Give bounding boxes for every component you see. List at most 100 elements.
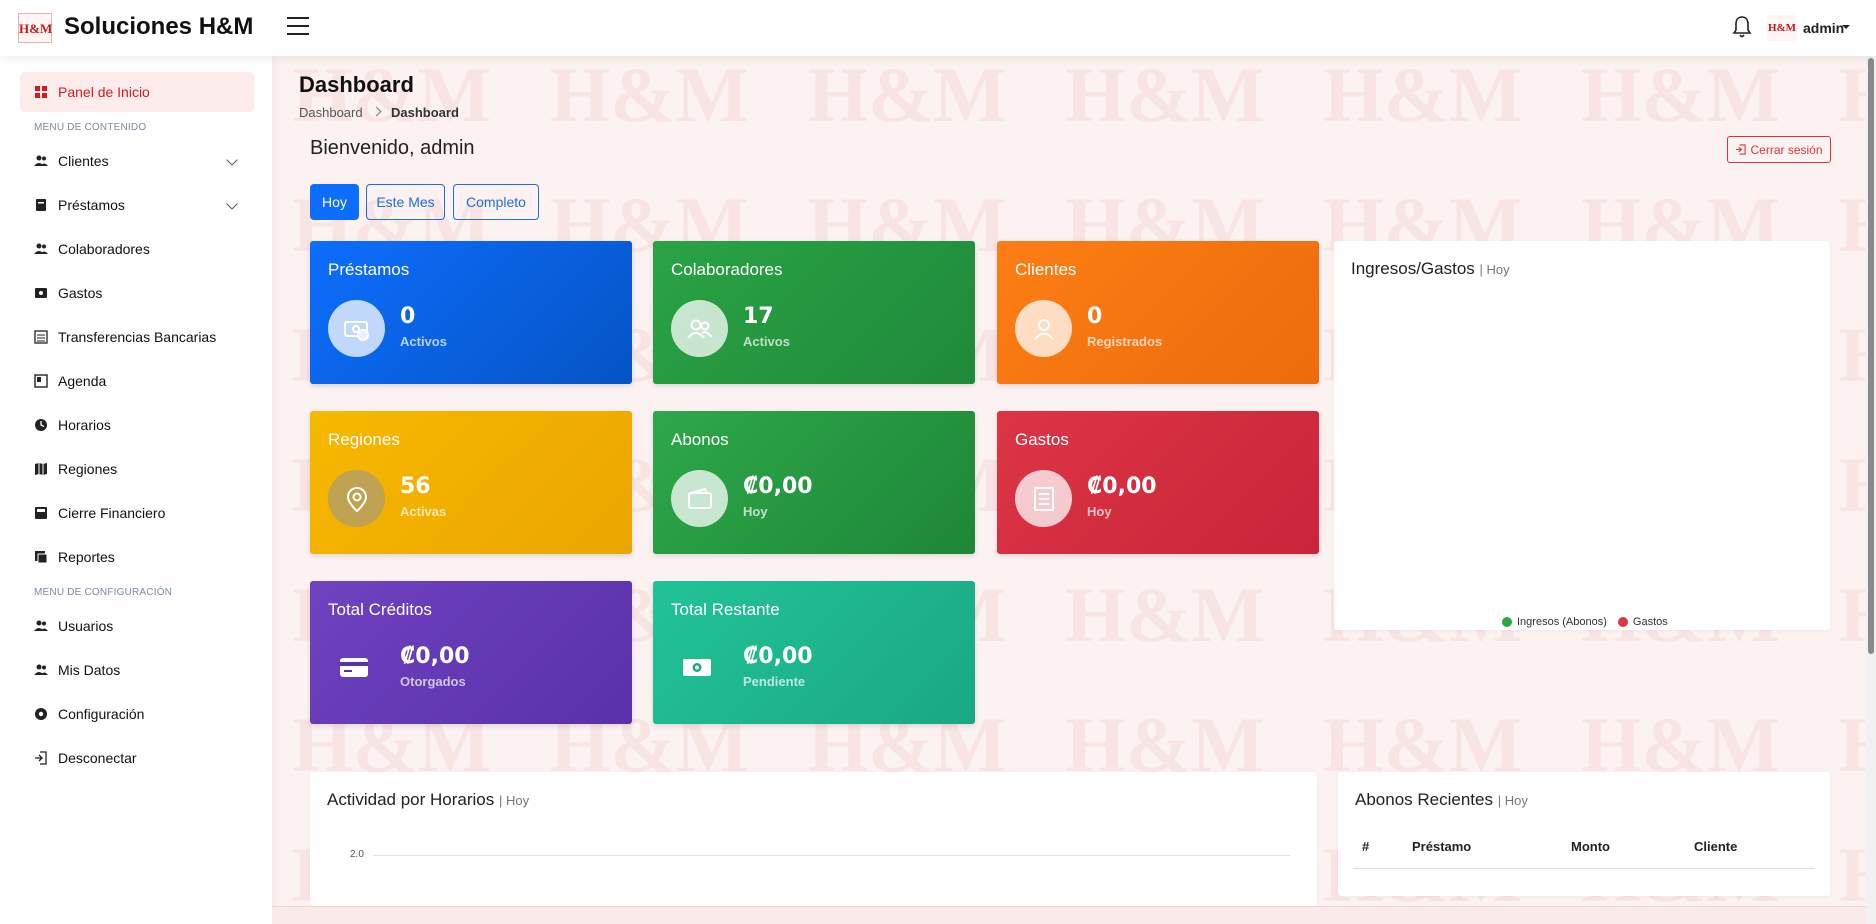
logout-icon [1736, 144, 1747, 155]
panel-title: Actividad por Horarios | Hoy [327, 790, 530, 809]
brand-name[interactable]: Soluciones H&M [64, 13, 253, 41]
menu-heading-content: MENU DE CONTENIDO [34, 122, 147, 133]
company-logo[interactable]: H&M [18, 13, 52, 43]
logout-button[interactable]: Cerrar sesión [1727, 136, 1831, 163]
card-subtitle: Activas [400, 504, 447, 519]
card-title: Total Créditos [328, 600, 432, 619]
sidebar-item-label: Mis Datos [58, 662, 121, 678]
sidebar-item-prestamos[interactable]: Préstamos [20, 185, 254, 225]
sidebar-item-gastos[interactable]: Gastos [20, 273, 254, 313]
users-icon [34, 155, 48, 166]
sidebar-item-label: Gastos [58, 285, 103, 301]
sidebar-item-horarios[interactable]: Horarios [20, 405, 254, 445]
card-value: 17 [743, 304, 774, 329]
card-prestamos[interactable]: Préstamos 0 Activos [310, 241, 632, 384]
card-title: Gastos [1015, 430, 1069, 449]
card-gastos[interactable]: Gastos ₡0,00 Hoy [997, 411, 1319, 554]
folder-icon [35, 507, 47, 519]
sidebar-item-label: Horarios [58, 417, 111, 433]
notification-bell-icon[interactable] [1732, 15, 1752, 39]
welcome-message: Bienvenido, admin [310, 137, 475, 159]
page-scrollbar[interactable] [1866, 56, 1876, 924]
users-icon [34, 620, 48, 631]
card-subtitle: Hoy [743, 504, 768, 519]
card-subtitle: Otorgados [400, 674, 466, 689]
panel-title: Abonos Recientes | Hoy [1355, 790, 1528, 809]
filter-este-mes-button[interactable]: Este Mes [366, 184, 445, 220]
card-abonos[interactable]: Abonos ₡0,00 Hoy [653, 411, 975, 554]
sidebar-item-transferencias[interactable]: Transferencias Bancarias [20, 317, 254, 357]
card-regiones[interactable]: Regiones 56 Activas [310, 411, 632, 554]
card-subtitle: Activos [743, 334, 790, 349]
sidebar-item-label: Agenda [58, 373, 107, 389]
loan-icon [36, 199, 46, 211]
card-value: ₡0,00 [743, 474, 813, 499]
avatar[interactable]: H&M [1767, 15, 1797, 41]
sidebar-item-label: Reportes [58, 549, 115, 565]
chevron-down-icon [226, 154, 238, 166]
card-title: Total Restante [671, 600, 780, 619]
filter-completo-button[interactable]: Completo [453, 184, 539, 220]
sidebar-item-colaboradores[interactable]: Colaboradores [20, 229, 254, 269]
card-total-restante[interactable]: Total Restante ₡0,00 Pendiente [653, 581, 975, 724]
y-axis-tick: 2.0 [350, 849, 364, 860]
cash-icon [683, 659, 711, 676]
wallet-icon [671, 470, 728, 527]
sidebar-item-regiones[interactable]: Regiones [20, 449, 254, 489]
scrollbar-thumb[interactable] [1868, 58, 1874, 654]
card-title: Préstamos [328, 260, 410, 279]
gear-icon [35, 708, 47, 720]
sidebar-item-usuarios[interactable]: Usuarios [20, 606, 254, 646]
breadcrumb-current: Dashboard [391, 105, 459, 120]
sidebar-item-label: Clientes [58, 153, 109, 169]
top-header: H&M Soluciones H&M H&M admin [0, 0, 1876, 56]
sidebar-item-label: Colaboradores [58, 241, 150, 257]
card-value: ₡0,00 [1087, 474, 1157, 499]
card-title: Colaboradores [671, 260, 783, 279]
logout-icon [35, 751, 47, 765]
sidebar-item-cierre-financiero[interactable]: Cierre Financiero [20, 493, 254, 533]
sidebar-item-panel-de-inicio[interactable]: Panel de Inicio [20, 72, 254, 112]
sidebar-item-clientes[interactable]: Clientes [20, 141, 254, 181]
table-header-number: # [1362, 839, 1370, 854]
caret-down-icon[interactable] [1842, 25, 1850, 29]
sidebar-item-label: Préstamos [58, 197, 125, 213]
sidebar-item-label: Panel de Inicio [58, 84, 150, 100]
card-value: ₡0,00 [743, 644, 813, 669]
breadcrumb-link[interactable]: Dashboard [299, 105, 363, 120]
sidebar-item-label: Cierre Financiero [58, 505, 166, 521]
sidebar-item-agenda[interactable]: Agenda [20, 361, 254, 401]
grid-line [373, 855, 1290, 856]
card-value: 0 [1087, 304, 1103, 329]
recent-payments-panel: Abonos Recientes | Hoy # Préstamo Monto … [1338, 772, 1830, 896]
sidebar-item-label: Desconectar [58, 750, 137, 766]
legend-dot-gastos [1617, 617, 1628, 627]
card-total-creditos[interactable]: Total Créditos ₡0,00 Otorgados [310, 581, 632, 724]
legend-dot-ingresos [1502, 617, 1512, 627]
sidebar-item-label: Transferencias Bancarias [58, 329, 217, 345]
users-icon [671, 300, 728, 357]
sidebar-item-label: Usuarios [58, 618, 114, 634]
sidebar-item-mis-datos[interactable]: Mis Datos [20, 650, 254, 690]
card-subtitle: Registrados [1087, 334, 1163, 349]
menu-toggle-icon[interactable] [287, 17, 309, 37]
sidebar-item-configuracion[interactable]: Configuración [20, 694, 254, 734]
sidebar-item-reportes[interactable]: Reportes [20, 537, 254, 577]
card-title: Abonos [671, 430, 729, 449]
card-clientes[interactable]: Clientes 0 Registrados [997, 241, 1319, 384]
table-divider [1353, 868, 1815, 869]
user-menu-name[interactable]: admin [1803, 20, 1844, 36]
credit-card-icon [340, 658, 368, 677]
card-title: Clientes [1015, 260, 1077, 279]
footer [272, 906, 1876, 924]
activity-panel: Actividad por Horarios | Hoy 2.0 [310, 772, 1317, 906]
card-colaboradores[interactable]: Colaboradores 17 Activos [653, 241, 975, 384]
card-value: 0 [400, 304, 416, 329]
table-header-monto: Monto [1571, 839, 1610, 854]
location-icon [328, 470, 385, 527]
filter-hoy-button[interactable]: Hoy [310, 184, 359, 220]
receipt-icon [1015, 470, 1072, 527]
users-icon [34, 664, 48, 675]
chart-legend: Ingresos (Abonos) Gastos [1502, 616, 1668, 628]
sidebar-item-desconectar[interactable]: Desconectar [20, 738, 254, 778]
